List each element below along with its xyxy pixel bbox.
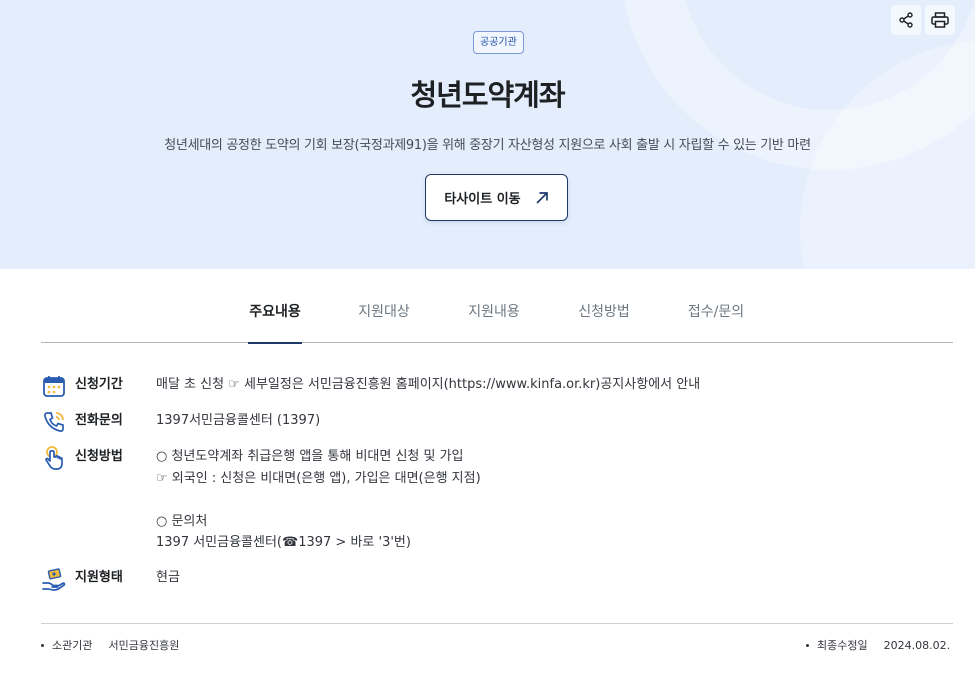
tab-eligibility[interactable]: 지원대상 xyxy=(357,290,411,343)
info-value-line: 현금 xyxy=(156,570,180,585)
print-button[interactable] xyxy=(925,5,955,35)
bullet-icon xyxy=(41,643,44,647)
info-value: ○ 청년도약계좌 취급은행 앱을 통해 비대면 신청 및 가입 ☞ 외국인 : … xyxy=(156,446,481,554)
info-row-application-period: 신청기간 매달 초 신청 ☞ 세부일정은 서민금융진흥원 홈페이지(https:… xyxy=(41,374,700,400)
info-row-application-method: 신청방법 ○ 청년도약계좌 취급은행 앱을 통해 비대면 신청 및 가입 ☞ 외… xyxy=(41,446,481,554)
tab-support-details[interactable]: 지원내용 xyxy=(467,290,521,343)
info-label: 신청방법 xyxy=(75,449,123,464)
info-label: 지원형태 xyxy=(75,570,123,585)
money-hand-icon xyxy=(41,567,67,593)
info-value-line: 매달 초 신청 ☞ 세부일정은 서민금융진흥원 홈페이지(https://www… xyxy=(156,377,701,392)
info-value-line: 1397 서민금융콜센터(☎1397 > 바로 '3'번) xyxy=(156,535,411,550)
info-label: 신청기간 xyxy=(75,377,123,392)
external-site-button[interactable]: 타사이트 이동 xyxy=(425,174,568,221)
footer-updated-label: 최종수정일 xyxy=(817,639,868,652)
agency-type-badge: 공공기관 xyxy=(473,31,524,54)
bullet-icon xyxy=(806,643,809,647)
info-value: 현금 xyxy=(156,567,180,593)
content-tabs: 주요내용 지원대상 지원내용 신청방법 접수/문의 xyxy=(41,290,953,344)
info-row-phone-inquiry: 전화문의 1397서민금융콜센터 (1397) xyxy=(41,410,320,436)
hand-pointer-icon xyxy=(41,446,67,472)
page-title: 청년도약계좌 xyxy=(410,78,565,112)
info-value-spacer xyxy=(156,489,481,511)
tab-main-content[interactable]: 주요내용 xyxy=(248,290,302,344)
phone-icon xyxy=(41,410,67,436)
info-label: 전화문의 xyxy=(75,413,123,428)
tab-contact[interactable]: 접수/문의 xyxy=(686,290,746,343)
share-button[interactable] xyxy=(891,5,921,35)
hero-banner: 공공기관 청년도약계좌 청년세대의 공정한 도약의 기회 보장(국정과제91)을… xyxy=(0,0,975,269)
footer-divider xyxy=(41,623,953,624)
print-icon xyxy=(931,12,949,28)
info-value: 1397서민금융콜센터 (1397) xyxy=(156,410,320,436)
page-description: 청년세대의 공정한 도약의 기회 보장(국정과제91)을 위해 중장기 자산형성… xyxy=(164,138,811,153)
footer-agency: 소관기관 서민금융진흥원 xyxy=(41,637,179,653)
info-value-line: ☞ 외국인 : 신청은 비대면(은행 앱), 가입은 대면(은행 지점) xyxy=(156,470,481,486)
footer-agency-value: 서민금융진흥원 xyxy=(108,639,180,652)
info-value: 매달 초 신청 ☞ 세부일정은 서민금융진흥원 홈페이지(https://www… xyxy=(156,374,700,400)
info-value-line: ○ 청년도약계좌 취급은행 앱을 통해 비대면 신청 및 가입 xyxy=(156,449,464,464)
external-site-label: 타사이트 이동 xyxy=(444,192,521,207)
info-value-line: ○ 문의처 xyxy=(156,513,208,529)
info-value-line: 1397서민금융콜센터 (1397) xyxy=(156,413,321,428)
footer-agency-label: 소관기관 xyxy=(52,639,93,652)
tab-how-to-apply[interactable]: 신청방법 xyxy=(577,290,631,343)
calendar-icon xyxy=(41,374,67,400)
footer-updated-value: 2024.08.02. xyxy=(883,638,951,652)
share-icon xyxy=(899,12,913,28)
footer-last-updated: 최종수정일 2024.08.02. xyxy=(806,637,950,653)
info-row-support-type: 지원형태 현금 xyxy=(41,567,180,593)
arrow-up-right-icon xyxy=(536,191,548,204)
